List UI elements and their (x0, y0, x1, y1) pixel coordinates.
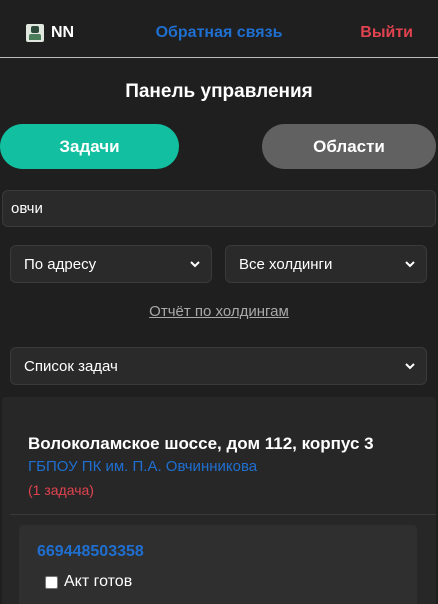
holding-report-link: Отчёт по холдингам (0, 303, 438, 320)
avatar-icon (26, 24, 44, 42)
organization-link[interactable]: ГБПОУ ПК им. П.А. Овчинникова (28, 458, 257, 475)
act-ready-checkbox[interactable] (45, 575, 58, 589)
divider (10, 514, 436, 515)
top-nav: NN Обратная связь Выйти (0, 0, 438, 58)
view-value: Список задач (24, 357, 118, 375)
chevron-down-icon (405, 363, 415, 370)
task-count: (1 задача) (28, 482, 94, 498)
chevron-down-icon (405, 261, 415, 268)
holding-report-link-text[interactable]: Отчёт по холдингам (149, 303, 289, 320)
logout-link[interactable]: Выйти (360, 24, 413, 42)
page-title: Панель управления (125, 81, 313, 102)
brand-name: NN (51, 24, 75, 41)
search-by-value: По адресу (24, 255, 97, 273)
chevron-down-icon (190, 261, 200, 268)
feedback-link[interactable]: Обратная связь (156, 24, 283, 41)
brand[interactable]: NN (26, 24, 74, 42)
act-ready-option[interactable]: Акт готов (45, 573, 132, 591)
holding-value: Все холдинги (239, 255, 333, 273)
tab-tasks[interactable]: Задачи (0, 124, 179, 169)
tab-areas[interactable]: Области (262, 124, 436, 169)
search-by-select[interactable]: По адресу (10, 245, 212, 283)
search-input[interactable]: овчи (2, 190, 436, 227)
task-id-link[interactable]: 669448503358 (37, 543, 144, 561)
act-ready-label: Акт готов (64, 573, 133, 590)
view-select[interactable]: Список задач (10, 347, 427, 385)
address-title: Волоколамское шоссе, дом 112, корпус 3 (28, 434, 374, 453)
task-item: 669448503358 Акт готов (19, 525, 417, 604)
address-card: Волоколамское шоссе, дом 112, корпус 3 Г… (2, 397, 436, 604)
holding-select[interactable]: Все холдинги (225, 245, 427, 283)
